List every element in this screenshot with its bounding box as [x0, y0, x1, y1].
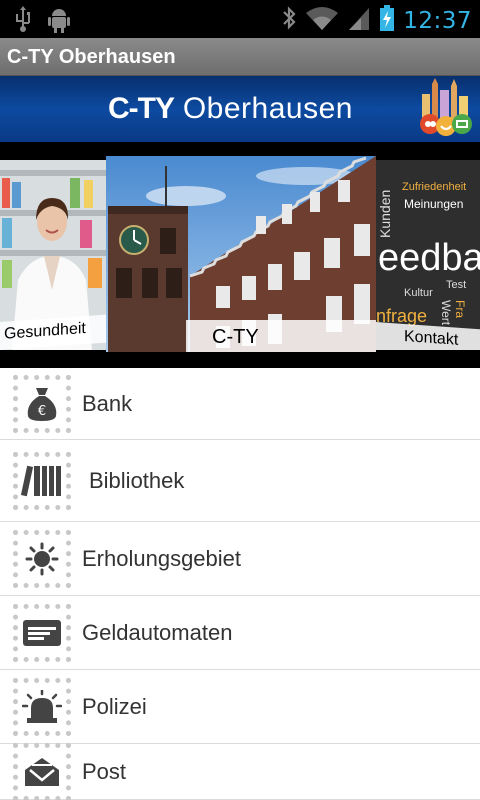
- word-meinungen: Meinungen: [404, 197, 463, 211]
- android-debug-icon: [46, 6, 72, 39]
- books-icon: [13, 451, 71, 510]
- list-item-label: Geldautomaten: [82, 619, 233, 645]
- word-fra: Fra: [453, 300, 467, 318]
- word-feedback: eedbac: [378, 237, 480, 279]
- clock: 12:37: [403, 7, 472, 34]
- list-item-label: Bank: [82, 390, 133, 416]
- list-item-label: Polizei: [82, 693, 147, 719]
- carousel-caption-city: C-TY: [186, 320, 376, 352]
- sun-icon: [13, 529, 71, 588]
- money-bag-icon: €: [13, 374, 71, 433]
- brand-banner: C-TY Oberhausen: [0, 76, 480, 142]
- category-carousel[interactable]: Gesundheit C-TY Zufriedenheit Meinungen …: [0, 142, 480, 368]
- word-kunden: Kunden: [377, 190, 393, 238]
- atm-card-icon: [13, 603, 71, 662]
- police-siren-icon: [13, 677, 71, 736]
- app-title: C-TY Oberhausen: [7, 46, 176, 68]
- app-title-bar: C-TY Oberhausen: [0, 38, 480, 76]
- list-item-label: Bibliothek: [89, 467, 185, 493]
- category-list: € Bank Bibliothek Erholungsgebiet Geldau…: [0, 368, 480, 800]
- list-item-polizei[interactable]: Polizei: [0, 670, 480, 744]
- battery-charging-icon: [379, 4, 395, 37]
- list-item-erholungsgebiet[interactable]: Erholungsgebiet: [0, 522, 480, 596]
- carousel-card-city[interactable]: C-TY: [106, 156, 376, 352]
- signal-icon: [347, 5, 371, 36]
- list-item-label: Post: [82, 758, 127, 784]
- status-bar: 12:37: [0, 0, 480, 38]
- brand-prefix: C-TY: [108, 92, 175, 125]
- bluetooth-icon: [281, 4, 297, 37]
- list-item-geldautomaten[interactable]: Geldautomaten: [0, 596, 480, 670]
- usb-icon: [14, 6, 32, 39]
- brand-text: C-TY Oberhausen: [108, 92, 353, 126]
- brand-suffix: Oberhausen: [182, 92, 353, 125]
- word-wert: Wert: [439, 300, 453, 326]
- word-zufriedenheit: Zufriedenheit: [402, 181, 466, 193]
- city-logo-icon: [416, 78, 474, 145]
- word-kultur: Kultur: [404, 287, 433, 299]
- list-item-bank[interactable]: € Bank: [0, 368, 480, 440]
- svg-text:€: €: [38, 404, 46, 419]
- mail-envelope-icon: [13, 742, 71, 800]
- wifi-icon: [305, 5, 339, 36]
- list-item-label: Erholungsgebiet: [82, 545, 242, 571]
- list-item-post[interactable]: Post: [0, 742, 480, 800]
- word-test: Test: [446, 279, 466, 291]
- carousel-card-kontakt[interactable]: Zufriedenheit Meinungen Kunden eedbac Ku…: [376, 160, 480, 350]
- carousel-card-gesundheit[interactable]: Gesundheit: [0, 160, 106, 350]
- list-item-bibliothek[interactable]: Bibliothek: [0, 440, 480, 522]
